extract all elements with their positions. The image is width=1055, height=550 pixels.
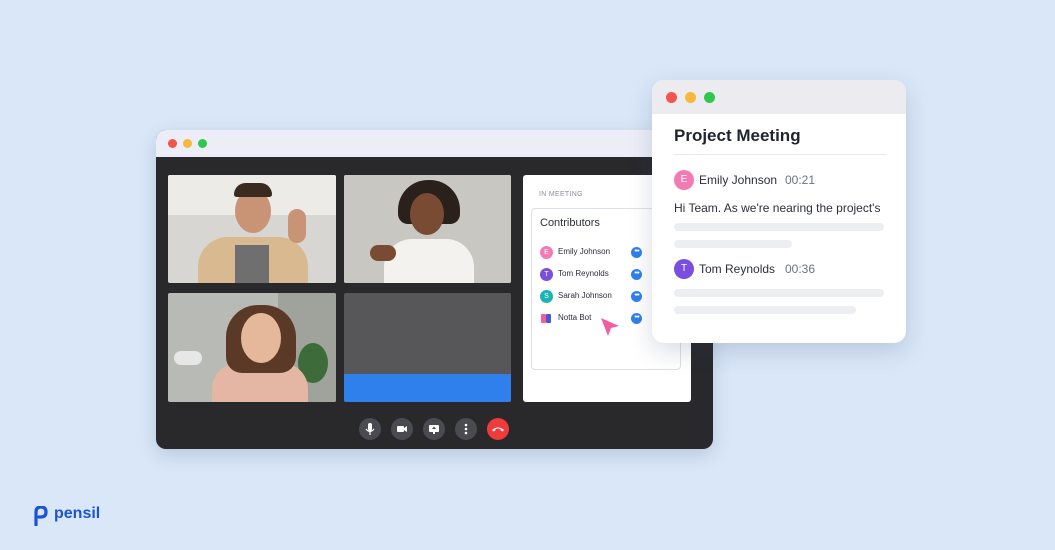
more-options-icon (464, 423, 468, 435)
minimize-window-button[interactable] (183, 139, 192, 148)
share-screen-button[interactable] (423, 418, 445, 440)
minimize-window-button[interactable] (685, 92, 696, 103)
maximize-window-button[interactable] (704, 92, 715, 103)
more-options-button[interactable] (455, 418, 477, 440)
text-placeholder (674, 240, 792, 248)
transcript-window-titlebar (652, 80, 906, 114)
speaker-name: Emily Johnson (699, 173, 778, 187)
contributor-row[interactable]: E Emily Johnson ••• (540, 245, 670, 261)
avatar: E (540, 246, 553, 259)
more-options-icon[interactable]: ••• (631, 269, 642, 280)
end-call-button[interactable] (487, 418, 509, 440)
panel-title: IN MEETING (539, 191, 583, 198)
pensil-logo-icon (34, 506, 48, 526)
avatar: E (674, 170, 694, 190)
transcript-window: Project Meeting E Emily Johnson 00:21 Hi… (652, 80, 906, 343)
close-window-button[interactable] (168, 139, 177, 148)
transcript-title: Project Meeting (674, 126, 801, 145)
timestamp: 00:36 (785, 262, 816, 276)
divider (674, 154, 886, 155)
close-window-button[interactable] (666, 92, 677, 103)
text-placeholder (674, 306, 856, 314)
avatar: T (540, 268, 553, 281)
cursor-pointer-icon (601, 318, 619, 336)
maximize-window-button[interactable] (198, 139, 207, 148)
text-placeholder (674, 223, 884, 231)
timestamp: 00:21 (785, 173, 816, 187)
video-tile-participant-2[interactable] (344, 175, 511, 283)
more-options-icon[interactable]: ••• (631, 247, 642, 258)
contributor-name: Sarah Johnson (558, 291, 612, 300)
more-options-icon[interactable]: ••• (631, 291, 642, 302)
contributor-name: Tom Reynolds (558, 269, 609, 278)
contributor-name: Notta Bot (558, 313, 592, 322)
text-placeholder (674, 289, 884, 297)
speaker-name: Tom Reynolds (699, 262, 776, 276)
participant-face (410, 193, 444, 235)
microphone-icon (365, 423, 375, 435)
share-screen-icon (429, 425, 439, 434)
brand-name: pensil (54, 505, 101, 522)
more-options-icon[interactable]: ••• (631, 313, 642, 324)
contributor-row[interactable]: S Sarah Johnson ••• (540, 289, 670, 305)
participant-face (241, 313, 281, 363)
video-tile-participant-3[interactable] (168, 293, 336, 402)
message-text: Hi Team. As we're nearing the project's (674, 201, 881, 215)
notta-bot-icon (540, 312, 553, 325)
end-call-icon (492, 427, 504, 432)
camera-button[interactable] (391, 418, 413, 440)
video-tile-participant-1[interactable] (168, 175, 336, 283)
recording-bar (344, 374, 511, 402)
microphone-button[interactable] (359, 418, 381, 440)
avatar: T (674, 259, 694, 279)
video-tile-empty[interactable] (344, 293, 511, 402)
contributors-label: Contributors (540, 217, 600, 229)
meeting-window-titlebar (156, 130, 713, 157)
contributor-row[interactable]: T Tom Reynolds ••• (540, 267, 670, 283)
participant-body (384, 239, 474, 283)
meeting-window: IN MEETING Contributors 4 E Emily Johnso… (156, 130, 713, 449)
camera-icon (397, 426, 407, 432)
contributor-name: Emily Johnson (558, 247, 611, 256)
microphone (174, 351, 202, 365)
avatar: S (540, 290, 553, 303)
